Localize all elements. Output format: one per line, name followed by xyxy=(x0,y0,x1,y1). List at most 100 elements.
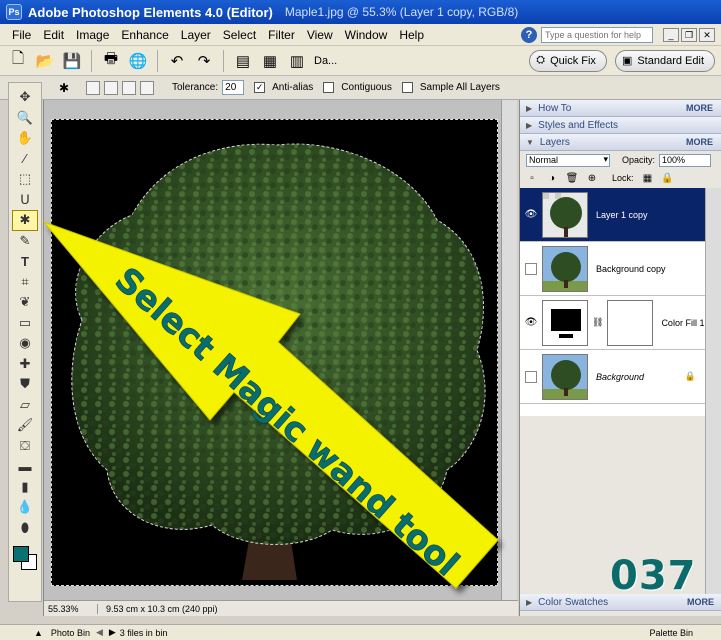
save-icon[interactable]: 💾 xyxy=(60,49,84,73)
anti-alias-label: Anti-alias xyxy=(272,82,314,93)
eyedropper-tool-icon[interactable]: ⁄ xyxy=(12,149,38,170)
color-swatches[interactable] xyxy=(11,544,39,572)
move-tool-icon[interactable]: ✥ xyxy=(12,87,38,108)
collapse-icon: ▼ xyxy=(526,137,534,147)
layer-row-background-copy[interactable]: Background copy xyxy=(520,242,706,296)
link-layers-icon[interactable]: ⊕ xyxy=(586,172,598,184)
contiguous-checkbox[interactable] xyxy=(323,82,335,93)
red-eye-tool-icon[interactable]: ◉ xyxy=(12,333,38,354)
how-to-more-button[interactable]: MORE xyxy=(686,103,713,113)
eye-icon[interactable]: 👁 xyxy=(522,314,540,332)
sponge-tool-icon[interactable]: ⬮ xyxy=(12,518,38,539)
lasso-tool-icon[interactable]: ᑌ xyxy=(12,190,38,211)
foreground-color-swatch[interactable] xyxy=(13,546,29,562)
menu-help[interactable]: Help xyxy=(393,28,430,42)
visibility-toggle[interactable] xyxy=(525,370,537,383)
healing-brush-tool-icon[interactable]: ✚ xyxy=(12,354,38,375)
intersect-selection-icon[interactable] xyxy=(140,80,154,95)
restore-icon[interactable]: ❐ xyxy=(681,27,697,42)
layers-palette-header[interactable]: ▼ Layers MORE xyxy=(520,134,721,151)
blend-mode-select[interactable]: Normal xyxy=(526,153,610,167)
adjustment-layer-icon[interactable]: ◑ xyxy=(546,172,558,184)
standard-edit-button[interactable]: ▣ Standard Edit xyxy=(614,49,715,72)
lock-icon: 🔒 xyxy=(684,371,696,381)
layer-row-background[interactable]: Background 🔒 xyxy=(520,350,706,404)
menu-view[interactable]: View xyxy=(301,28,339,42)
trash-icon[interactable]: 🗑 xyxy=(566,172,579,184)
new-selection-icon[interactable] xyxy=(86,80,100,95)
styles-palette-header[interactable]: ▶ Styles and Effects xyxy=(520,117,721,134)
layers-more-button[interactable]: MORE xyxy=(686,137,713,147)
type-tool-icon[interactable]: T xyxy=(12,251,38,272)
photo-bin-toggle-icon[interactable]: ▲ xyxy=(34,628,43,638)
how-to-palette-header[interactable]: ▶ How To MORE xyxy=(520,100,721,117)
magic-wand-options-icon[interactable]: ✱ xyxy=(52,76,76,100)
add-selection-icon[interactable] xyxy=(104,80,118,95)
tool-options-bar: ✱ Tolerance: ✓ Anti-alias Contiguous Sam… xyxy=(0,76,721,100)
magic-wand-tool-icon[interactable]: ✱ xyxy=(12,210,38,231)
zoom-tool-icon[interactable]: 🔍 xyxy=(12,108,38,129)
tolerance-input[interactable] xyxy=(222,80,245,95)
straighten-tool-icon[interactable]: ▭ xyxy=(12,313,38,334)
gradient-tool-icon[interactable]: ▬ xyxy=(12,456,38,477)
brush-tool-icon[interactable]: 🖌 xyxy=(12,415,38,436)
share-online-icon[interactable]: 🌐 xyxy=(126,49,150,73)
sample-all-layers-checkbox[interactable] xyxy=(401,82,413,93)
marquee-tool-icon[interactable]: ⬚ xyxy=(12,169,38,190)
image-canvas[interactable] xyxy=(51,119,498,586)
blur-tool-icon[interactable]: 💧 xyxy=(12,497,38,518)
date-view-label[interactable]: Da... xyxy=(314,55,337,67)
visibility-toggle[interactable] xyxy=(525,262,537,275)
close-icon[interactable]: ✕ xyxy=(699,27,715,42)
opacity-input[interactable]: 100% xyxy=(659,153,712,167)
menu-enhance[interactable]: Enhance xyxy=(115,28,174,42)
subtract-selection-icon[interactable] xyxy=(122,80,136,95)
undo-icon[interactable]: ↶ xyxy=(165,49,189,73)
anti-alias-checkbox[interactable]: ✓ xyxy=(254,82,266,93)
date-view-icon[interactable]: ▥ xyxy=(285,49,309,73)
organizer-icon[interactable]: ▤ xyxy=(231,49,255,73)
print-icon[interactable]: 🖶 xyxy=(99,49,123,73)
layer-row-layer-1-copy[interactable]: 👁 Layer 1 copy xyxy=(520,188,706,242)
shape-tool-icon[interactable]: ▮ xyxy=(12,477,38,498)
chain-link-icon[interactable]: ⛓ xyxy=(592,317,603,328)
menu-edit[interactable]: Edit xyxy=(37,28,70,42)
menu-image[interactable]: Image xyxy=(70,28,115,42)
eye-icon[interactable]: 👁 xyxy=(522,206,540,224)
layer-name: Color Fill 1 xyxy=(661,317,705,328)
menu-filter[interactable]: Filter xyxy=(262,28,301,42)
selection-brush-tool-icon[interactable]: ✎ xyxy=(12,231,38,252)
lock-transparency-icon[interactable]: ▦ xyxy=(642,172,654,184)
menu-select[interactable]: Select xyxy=(217,28,262,42)
palette-bin-label[interactable]: Palette Bin xyxy=(649,628,693,638)
help-search-input[interactable] xyxy=(541,26,653,43)
eraser-tool-icon[interactable]: ▱ xyxy=(12,395,38,416)
color-swatches-label: Color Swatches xyxy=(538,596,609,608)
layer-name: Background copy xyxy=(596,263,666,274)
palette-scrollbar[interactable] xyxy=(705,188,721,598)
redo-icon[interactable]: ↷ xyxy=(192,49,216,73)
next-arrow-icon[interactable]: ▶ xyxy=(109,627,116,638)
photo-bin-label[interactable]: Photo Bin xyxy=(51,628,90,638)
new-layer-icon[interactable]: ▫ xyxy=(526,172,538,184)
quick-fix-button[interactable]: ⛭ Quick Fix xyxy=(529,49,607,72)
photo-browser-icon[interactable]: ▦ xyxy=(258,49,282,73)
menu-window[interactable]: Window xyxy=(339,28,394,42)
crop-tool-icon[interactable]: ⌗ xyxy=(12,272,38,293)
paint-bucket-tool-icon[interactable]: ⛋ xyxy=(12,436,38,457)
clone-stamp-tool-icon[interactable]: ⛊ xyxy=(12,374,38,395)
lock-all-icon[interactable]: 🔒 xyxy=(661,172,673,184)
layer-row-color-fill-1[interactable]: 👁 ⛓ Color Fill 1 xyxy=(520,296,706,350)
hand-tool-icon[interactable]: ✋ xyxy=(12,128,38,149)
toolbar-separator xyxy=(223,49,224,72)
menu-file[interactable]: File xyxy=(6,28,37,42)
cookie-cutter-tool-icon[interactable]: ❦ xyxy=(12,292,38,313)
tree-image xyxy=(71,143,486,580)
minimize-icon[interactable]: _ xyxy=(663,27,679,42)
menu-layer[interactable]: Layer xyxy=(175,28,217,42)
vertical-scrollbar[interactable] xyxy=(501,100,517,600)
zoom-level[interactable]: 55.33% xyxy=(44,603,98,614)
open-folder-icon[interactable]: 📂 xyxy=(33,49,57,73)
previous-arrow-icon[interactable]: ◀ xyxy=(96,627,103,638)
new-file-icon[interactable]: 🗋 xyxy=(6,49,30,73)
